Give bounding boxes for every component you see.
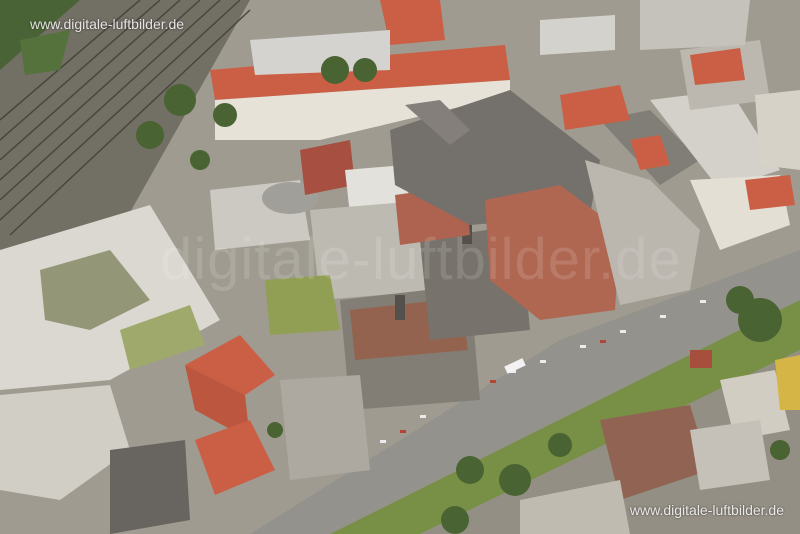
aerial-photo: www.digitale-luftbilder.de digitale-luft… [0, 0, 800, 534]
haze [0, 0, 800, 534]
aerial-scene [0, 0, 800, 534]
